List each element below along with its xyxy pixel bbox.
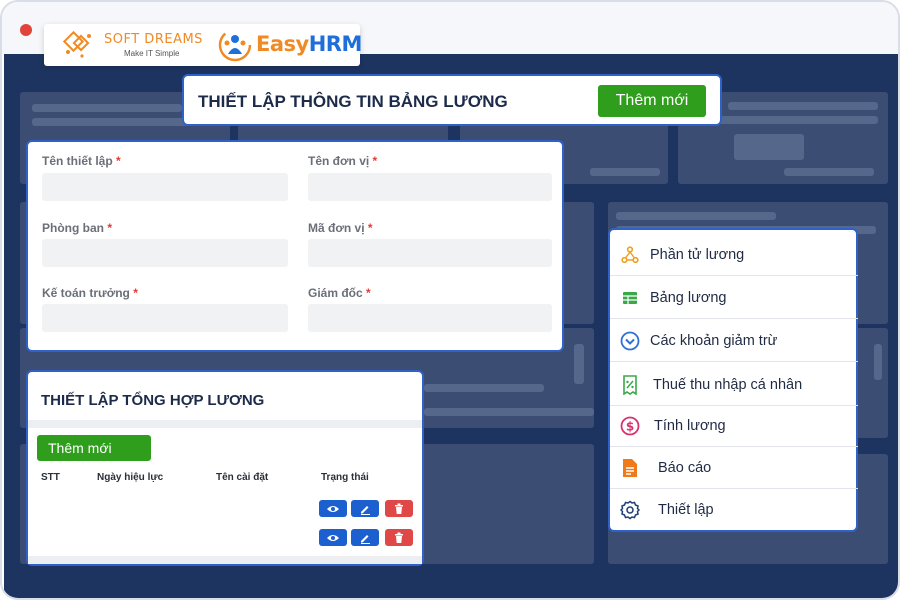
chief-accountant-input[interactable] (42, 304, 288, 332)
menu-item-deductions[interactable]: Các khoản giảm trừ (610, 320, 858, 362)
menu-label: Thiết lập (658, 502, 714, 518)
delete-button[interactable] (385, 529, 413, 546)
col-header-stt: STT (41, 472, 60, 483)
softdreams-name: SOFT DREAMS (104, 32, 203, 47)
setup-name-input[interactable] (42, 173, 288, 201)
director-input[interactable] (308, 304, 552, 332)
trash-icon (395, 503, 403, 514)
field-label-director: Giám đốc * (308, 286, 371, 300)
edit-button[interactable] (351, 500, 379, 517)
receipt-icon (620, 374, 640, 395)
salary-info-form: Tên thiết lập * Tên đơn vị * Phòng ban *… (26, 140, 564, 352)
ghost-line (424, 384, 544, 392)
svg-text:$: $ (626, 419, 634, 433)
summary-add-new-button[interactable]: Thêm mới (37, 435, 151, 461)
view-button[interactable] (319, 500, 347, 517)
easyhrm-wordmark: EasyHRM (256, 32, 362, 56)
edit-icon (361, 534, 370, 544)
department-input[interactable] (42, 239, 288, 267)
close-dot[interactable] (20, 24, 32, 36)
trash-icon (395, 532, 403, 543)
softdreams-logo-icon (62, 30, 91, 58)
chevron-circle-icon (620, 331, 640, 351)
col-header-effective-date: Ngày hiệu lực (97, 472, 164, 483)
brand-bar: SOFT DREAMS Make IT Simple EasyHRM (44, 24, 362, 66)
field-label-department: Phòng ban * (42, 221, 113, 235)
eye-icon (327, 505, 339, 512)
table-icon (620, 288, 640, 308)
menu-item-settings[interactable]: Thiết lập (610, 489, 858, 531)
field-label-chief-accountant: Kế toán trưởng * (42, 286, 138, 300)
menu-label: Bảng lương (650, 289, 727, 306)
easyhrm-suffix: HRM (308, 32, 363, 56)
summary-title: THIẾT LẬP TỔNG HỢP LƯƠNG (41, 392, 265, 409)
delete-button[interactable] (385, 500, 413, 517)
add-new-button[interactable]: Thêm mới (598, 85, 706, 117)
salary-setup-header: THIẾT LẬP THÔNG TIN BẢNG LƯƠNG Thêm mới (182, 74, 722, 126)
easyhrm-prefix: Easy (256, 32, 309, 56)
ghost-line (32, 104, 182, 112)
nodes-icon (620, 245, 640, 265)
ghost-line (424, 408, 594, 416)
edit-button[interactable] (351, 529, 379, 546)
menu-label: Tính lương (654, 417, 726, 434)
summary-divider (28, 420, 422, 428)
app-window: SOFT DREAMS Make IT Simple EasyHRM THIẾT… (0, 0, 900, 600)
field-label-setup-name: Tên thiết lập * (42, 154, 121, 168)
payroll-menu: Phần tử lương Bảng lương Các khoản giảm … (608, 228, 858, 532)
view-button[interactable] (319, 529, 347, 546)
ghost-line (728, 102, 878, 110)
menu-label: Phần tử lương (650, 246, 745, 263)
edit-icon (361, 505, 370, 515)
menu-item-salary-elements[interactable]: Phần tử lương (610, 234, 858, 276)
menu-item-personal-income-tax[interactable]: Thuế thu nhập cá nhân (610, 364, 858, 406)
document-icon (620, 458, 640, 478)
menu-label: Báo cáo (658, 459, 712, 476)
page-title: THIẾT LẬP THÔNG TIN BẢNG LƯƠNG (198, 92, 508, 111)
menu-item-calculate-salary[interactable]: $ Tính lương (610, 405, 858, 447)
ghost-line (874, 344, 882, 380)
menu-item-payroll-table[interactable]: Bảng lương (610, 277, 858, 319)
field-label-unit-name: Tên đơn vị * (308, 154, 378, 168)
col-header-setting-name: Tên cài đặt (216, 472, 269, 483)
eye-icon (327, 534, 339, 541)
summary-footer (28, 556, 422, 564)
unit-name-input[interactable] (308, 173, 552, 201)
ghost-line (574, 344, 584, 384)
softdreams-tagline: Make IT Simple (124, 49, 180, 58)
ghost-line (32, 118, 202, 126)
ghost-line (590, 168, 660, 176)
dollar-circle-icon: $ (620, 416, 640, 436)
gear-icon (620, 500, 640, 520)
menu-label: Các khoản giảm trừ (650, 332, 778, 349)
menu-label: Thuế thu nhập cá nhân (653, 376, 803, 393)
ghost-line (784, 168, 874, 176)
salary-summary-card: THIẾT LẬP TỔNG HỢP LƯƠNG Thêm mới STT Ng… (26, 370, 424, 566)
ghost-line (734, 134, 804, 160)
col-header-status: Trạng thái (321, 472, 369, 483)
field-label-unit-code: Mã đơn vị * (308, 221, 373, 235)
menu-item-reports[interactable]: Báo cáo (610, 447, 858, 489)
unit-code-input[interactable] (308, 239, 552, 267)
easyhrm-logo-icon (218, 28, 252, 62)
ghost-line (616, 212, 776, 220)
